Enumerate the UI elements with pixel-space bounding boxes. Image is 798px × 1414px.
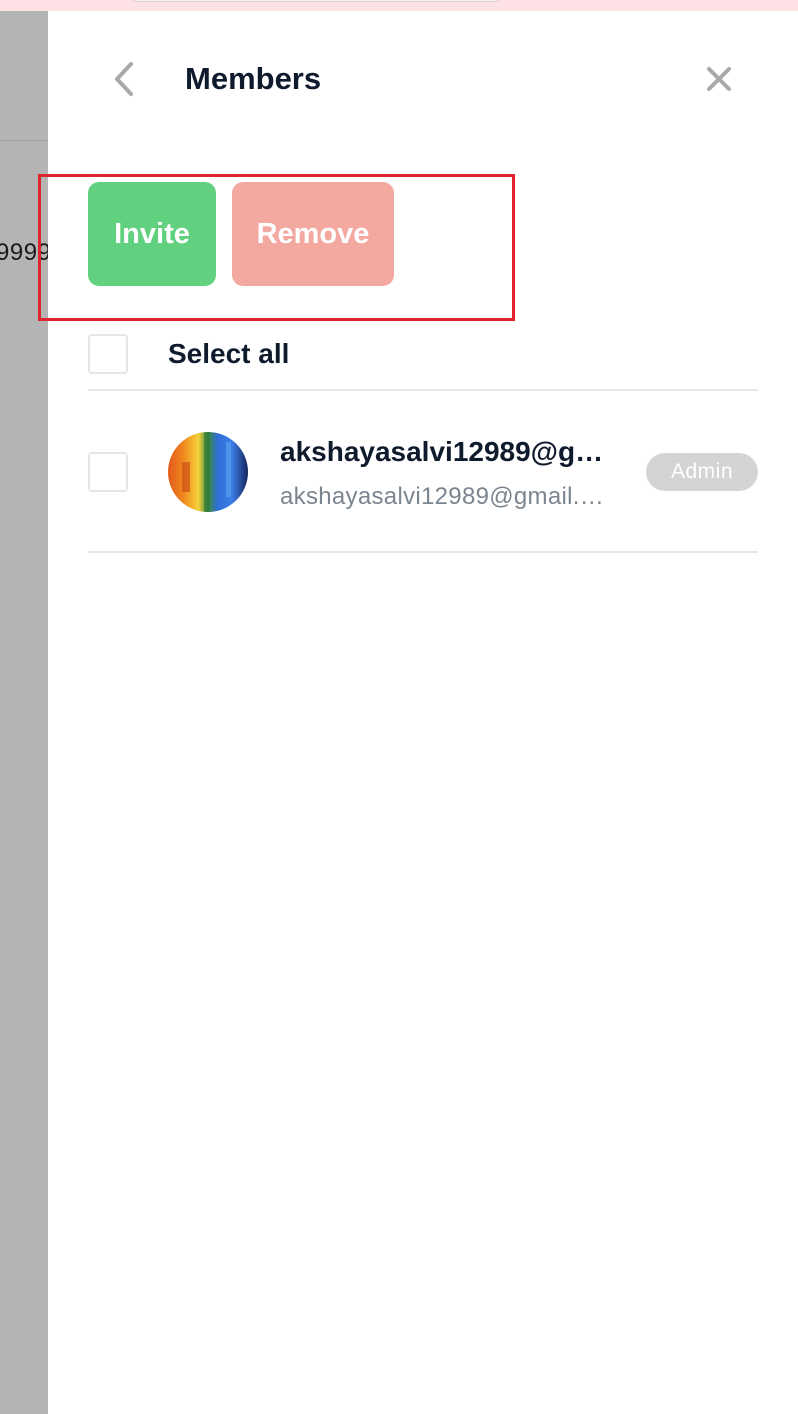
select-all-checkbox[interactable] [88,334,128,374]
remove-button[interactable]: Remove [232,182,394,286]
member-name: akshayasalvi12989@gmail.com [280,436,610,467]
invite-button[interactable]: Invite [88,182,216,286]
select-all-label: Select all [168,338,290,369]
app-page: 9999 Members Invite Remove Select all ak… [0,0,798,1414]
member-email: akshayasalvi12989@gmail.com [280,483,610,510]
browser-tab-edge [130,0,502,2]
close-button[interactable] [701,61,737,97]
drawer-header: Members [48,11,798,141]
background-header [0,11,48,141]
members-drawer: Members Invite Remove Select all akshaya… [38,11,798,1414]
page-title: Members [185,61,322,96]
avatar [168,432,248,512]
member-checkbox[interactable] [88,452,128,492]
close-icon [707,67,731,91]
divider [88,551,758,553]
role-badge: Admin [646,453,758,491]
member-row: akshayasalvi12989@gmail.com akshayasalvi… [48,391,798,551]
avatar-image [168,432,248,512]
back-button[interactable] [108,59,140,99]
background-divider [0,140,48,141]
chevron-left-icon [115,62,133,96]
browser-top-strip [0,0,798,11]
